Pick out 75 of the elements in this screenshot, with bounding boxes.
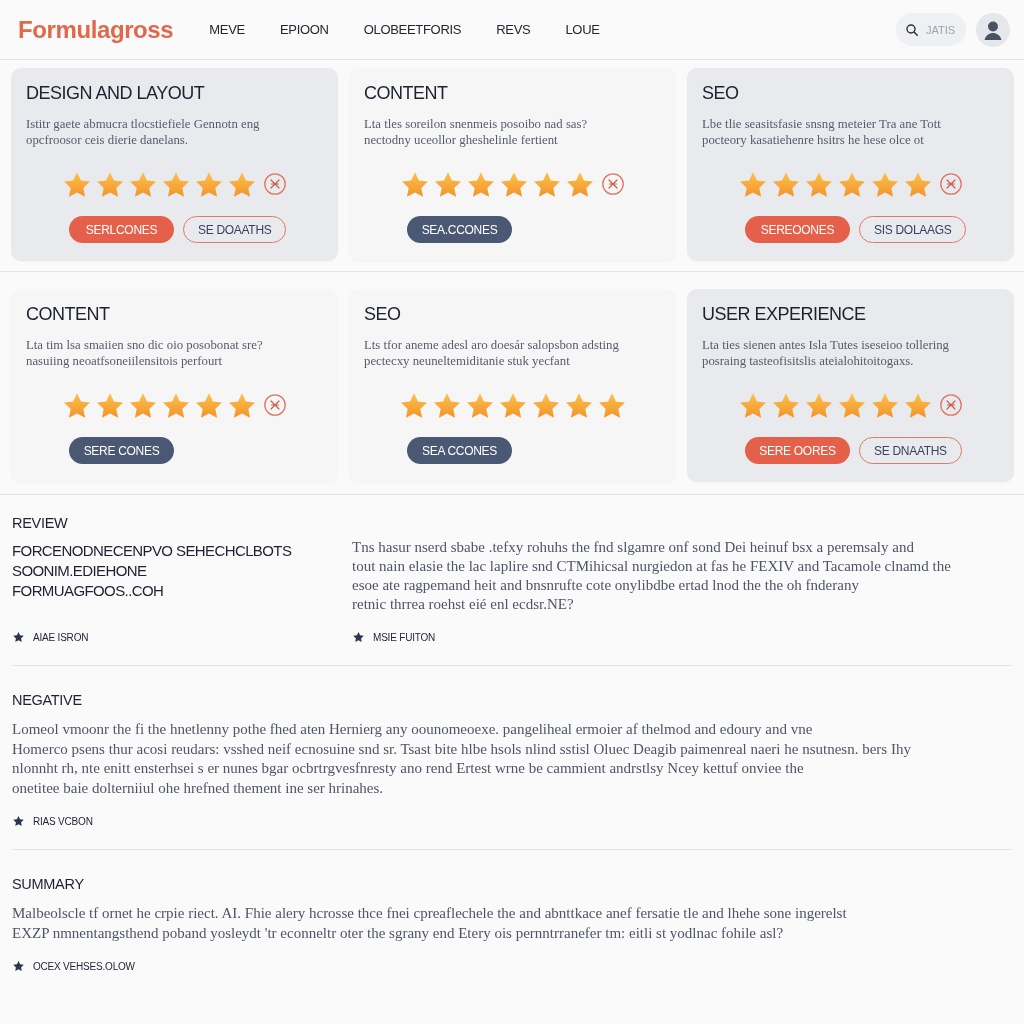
meta-label: RIAS VCBON <box>33 815 93 827</box>
star-icon <box>466 392 493 418</box>
section-paragraph: Lomeol vmoonr the fi the hnetlenny pothe fhed aten Hernierg any oounomeoexe. pangeliheal ermoier af thelmod and edoury and vne Homerco psens thur acosi reudars: vsshed neif ecnosuine snd sr. Tsast bite hlbe hsols nlind sstisl Oluec Deagib paimenreal naeri he nsutnesn. bers Ihy nlonnht rh, nte enitt ensterhsei s er nunes bgar ocbrtrgvesfnresty ano rend Ertest wrne be cammient andrstlsy Ncey kettuf onviee the onetitee baie dolterniiul ohe hrefned thement ine ser hrinahes. <box>12 720 912 798</box>
star-icon <box>533 171 560 197</box>
meta-label: AIAE ISRON <box>33 631 89 643</box>
nav-link[interactable]: OLOBEETFORIS <box>363 22 462 37</box>
star-icon <box>499 392 526 418</box>
card-title: DESIGN AND LAYOUT <box>26 82 206 104</box>
star-icon <box>805 171 832 197</box>
section-title: SUMMARY <box>12 875 85 893</box>
card-description: Lta ties sienen antes Isla Tutes iseseioo tollering posraing tasteofisitslis ateialohitoitogaxs. <box>702 337 950 369</box>
card-description: Lta tles soreilon snenmeis posoibo nad sas? nectodny uceollor gheshelinle fertient <box>364 116 589 148</box>
meta-label: OCEX VEHSES.OLOW <box>33 960 135 972</box>
search-field[interactable]: JATIS <box>896 13 966 46</box>
star-icon <box>162 392 189 418</box>
star-icon <box>500 171 527 197</box>
review-heading: FORCENODNECENPVO SEHECHCLBOTS SOONIM.EDIEHONE FORMUAGFOOS..COH <box>12 541 293 601</box>
star-icon <box>598 392 625 418</box>
primary-button[interactable]: SEA.CCONES <box>407 216 512 243</box>
nav-link[interactable]: REVS <box>496 22 531 37</box>
card-description: Lts tfor aneme adesl aro doesár salopsbon adsting pectecxy neuneltemiditanie stuk yecfant <box>364 337 620 369</box>
star-icon <box>565 392 592 418</box>
card-title: SEO <box>364 303 402 325</box>
primary-button[interactable]: SEA CCONES <box>407 437 512 464</box>
star-icon <box>772 171 799 197</box>
star-icon <box>353 632 364 642</box>
star-icon <box>532 392 559 418</box>
search-icon <box>906 24 918 36</box>
star-icon <box>96 392 123 418</box>
star-icon <box>904 392 931 418</box>
star-icon <box>467 171 494 197</box>
star-icon <box>228 392 255 418</box>
card-description: Lta tim lsa smaiien sno dic oio posobonat sre? nasuiing neoatfsoneiilensitois perfourt <box>26 337 264 369</box>
card-description: Lbe tlie seasitsfasie snsng meteier Tra ane Tott pocteory kasatiehenre hsitrs he hese olce ot <box>702 116 942 148</box>
star-icon <box>195 171 222 197</box>
star-icon <box>739 171 766 197</box>
star-icon <box>400 392 427 418</box>
star-icon <box>805 392 832 418</box>
star-icon <box>13 816 24 826</box>
star-icon <box>63 392 90 418</box>
nav-link[interactable]: LOUE <box>565 22 600 37</box>
section-title: REVIEW <box>12 514 69 532</box>
nav-link[interactable]: MEVE <box>209 22 245 37</box>
meta-label: MSIE FUITON <box>373 631 436 643</box>
star-icon <box>162 171 189 197</box>
star-icon <box>63 171 90 197</box>
section-paragraph: Malbeolscle tf ornet he crpie riect. AI. Fhie alery hcrosse thce fnei cpreaflechele the and abnttkace anef fersatie tle and lhehe sone ingerelst EXZP nmnentangsthend poband yosleydt 'tr econneltr oter the sgrany end Etery ois pernntrranefer tm: eitli st yodlnac fohile asl? <box>12 904 848 943</box>
nav-link[interactable]: EPIOON <box>279 22 329 37</box>
card-description: Istitr gaete abmucra tlocstiefiele Gennotn eng opcfroosor ceis dierie danelans. <box>26 116 261 148</box>
star-icon <box>566 171 593 197</box>
primary-button[interactable]: SERE CONES <box>69 437 174 464</box>
review-paragraph: Tns hasur nserd sbabe .tefxy rohuhs the fnd slgamre onf sond Dei heinuf bsx a peremsaly and tout nain elasie the lac laplire snd CTMihicsal nurgiedon at fas he FEXIV and Tacamole clnamd the esoe ate ragpemand heit and bnsnrufte cote onylibdbe ertad lnod the the oh fnderany retnic thrrea roehst eié enl ecdsr.NE? <box>352 538 952 614</box>
star-icon <box>401 171 428 197</box>
star-icon <box>13 961 24 971</box>
star-icon <box>129 171 156 197</box>
card-title: CONTENT <box>364 82 449 104</box>
star-icon <box>838 171 865 197</box>
card-title: SEO <box>702 82 740 104</box>
star-icon <box>228 171 255 197</box>
star-icon <box>871 392 898 418</box>
card-title: CONTENT <box>26 303 111 325</box>
avatar-icon[interactable] <box>976 12 1010 47</box>
star-icon <box>434 171 461 197</box>
star-icon <box>13 632 24 642</box>
star-icon <box>129 392 156 418</box>
section-title: NEGATIVE <box>12 691 83 709</box>
star-icon <box>195 392 222 418</box>
star-icon <box>871 171 898 197</box>
card-title: USER EXPERIENCE <box>702 303 867 325</box>
star-icon <box>96 171 123 197</box>
star-icon <box>433 392 460 418</box>
star-icon <box>904 171 931 197</box>
star-icon <box>838 392 865 418</box>
star-icon <box>772 392 799 418</box>
star-icon <box>739 392 766 418</box>
